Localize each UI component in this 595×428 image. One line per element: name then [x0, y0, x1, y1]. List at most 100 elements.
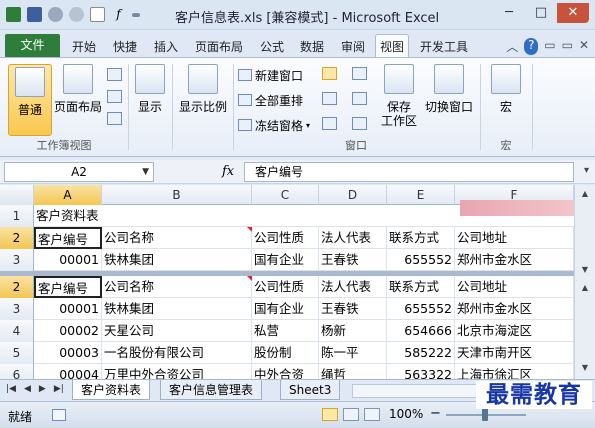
sheet-tab-customer-data[interactable]: 客户资料表: [72, 380, 151, 400]
scroll-up-icon[interactable]: ▲: [578, 187, 592, 201]
freeze-panes-button[interactable]: 冻结窗格 ▾: [238, 116, 310, 134]
zoom-level[interactable]: 100%: [389, 407, 423, 421]
table-cell[interactable]: 公司性质: [252, 276, 319, 298]
table-cell[interactable]: 王春铁: [319, 249, 387, 271]
sheet-tab-sheet3[interactable]: Sheet3: [280, 380, 341, 400]
restore-icon[interactable]: ▭: [544, 38, 555, 55]
page-layout-view-icon[interactable]: [343, 408, 359, 421]
tab-file[interactable]: 文件: [5, 34, 60, 57]
table-cell[interactable]: 联系方式: [387, 276, 455, 298]
minimize-button[interactable]: ─: [493, 3, 525, 23]
table-cell[interactable]: 郑州市金水区: [455, 249, 574, 271]
row-header[interactable]: 5: [0, 342, 34, 364]
table-cell[interactable]: 私营: [252, 320, 319, 342]
row-header[interactable]: 4: [0, 320, 34, 342]
table-cell[interactable]: 法人代表: [319, 276, 387, 298]
view-side-by-side-icon[interactable]: [352, 67, 367, 80]
tab-developer[interactable]: 开发工具: [420, 38, 468, 55]
split-icon[interactable]: [322, 67, 337, 80]
table-cell[interactable]: 655552: [387, 298, 455, 320]
function-icon[interactable]: f: [111, 7, 126, 22]
close-button[interactable]: ✕: [557, 3, 589, 23]
table-cell[interactable]: 天津市南开区: [455, 342, 574, 364]
table-cell[interactable]: 公司地址: [455, 227, 574, 249]
macro-record-icon[interactable]: [52, 409, 66, 421]
column-header-b[interactable]: B: [102, 185, 252, 205]
table-cell[interactable]: 公司名称: [102, 227, 252, 249]
table-cell[interactable]: 563322: [387, 364, 455, 379]
row-header[interactable]: 1: [0, 205, 34, 227]
tab-page-layout[interactable]: 页面布局: [195, 38, 243, 55]
table-cell[interactable]: 00002: [34, 320, 102, 342]
scroll-up-icon[interactable]: ▲: [578, 281, 592, 295]
table-cell[interactable]: 中外合资: [252, 364, 319, 379]
table-cell[interactable]: 公司性质: [252, 227, 319, 249]
table-cell[interactable]: 654666: [387, 320, 455, 342]
formula-input[interactable]: 客户编号: [244, 162, 574, 182]
vertical-scrollbar[interactable]: ▲ ▼ ▲ ▼: [574, 185, 595, 379]
name-box[interactable]: A2 ▼: [4, 162, 154, 182]
zoom-button[interactable]: 显示比例: [176, 64, 230, 114]
table-cell[interactable]: 联系方式: [387, 227, 455, 249]
synchronous-scrolling-icon[interactable]: [352, 92, 367, 105]
page-break-view-icon[interactable]: [364, 408, 380, 421]
scroll-down-icon[interactable]: ▼: [578, 361, 592, 375]
column-header-e[interactable]: E: [387, 185, 455, 205]
macros-button[interactable]: 宏: [484, 64, 528, 114]
table-cell[interactable]: 绳哲: [319, 364, 387, 379]
table-cell[interactable]: 铁林集团: [102, 249, 252, 271]
insert-function-icon[interactable]: fx: [222, 164, 234, 179]
close-workbook-icon[interactable]: ✕: [579, 38, 589, 55]
new-icon[interactable]: [90, 7, 105, 22]
save-workspace-button[interactable]: 保存 工作区: [376, 64, 422, 128]
full-screen-icon[interactable]: [107, 112, 122, 125]
new-window-button[interactable]: 新建窗口: [238, 66, 303, 84]
table-cell[interactable]: 法人代表: [319, 227, 387, 249]
column-header-c[interactable]: C: [252, 185, 319, 205]
row-header[interactable]: 3: [0, 249, 34, 271]
zoom-slider-handle[interactable]: [482, 408, 488, 421]
table-cell[interactable]: 万里中外合资公司: [102, 364, 252, 379]
row-header[interactable]: 2: [0, 227, 34, 249]
row-header[interactable]: 2: [0, 276, 34, 298]
customize-icon[interactable]: [132, 13, 140, 17]
first-sheet-icon[interactable]: |◀: [6, 384, 16, 394]
prev-sheet-icon[interactable]: ◀: [24, 384, 31, 394]
select-all-corner[interactable]: [0, 185, 34, 205]
tab-quick[interactable]: 快捷: [113, 38, 137, 55]
unhide-icon[interactable]: [322, 117, 337, 130]
table-cell[interactable]: 股份制: [252, 342, 319, 364]
row-header[interactable]: 6: [0, 364, 34, 379]
show-button[interactable]: 显示: [130, 64, 170, 114]
page-break-preview-icon[interactable]: [107, 68, 122, 81]
tab-data[interactable]: 数据: [300, 38, 324, 55]
undo-icon[interactable]: [48, 7, 63, 22]
normal-view-icon[interactable]: [322, 408, 338, 421]
arrange-all-button[interactable]: 全部重排: [238, 91, 303, 109]
table-cell[interactable]: 585222: [387, 342, 455, 364]
row-header[interactable]: 3: [0, 298, 34, 320]
table-cell[interactable]: 杨新: [319, 320, 387, 342]
table-cell[interactable]: 公司地址: [455, 276, 574, 298]
help-icon[interactable]: ?: [524, 38, 539, 55]
table-cell[interactable]: 655552: [387, 249, 455, 271]
maximize-button[interactable]: □: [525, 3, 557, 23]
page-layout-view-button[interactable]: 页面布局: [52, 64, 104, 114]
column-header-d[interactable]: D: [319, 185, 387, 205]
last-sheet-icon[interactable]: ▶|: [54, 384, 64, 394]
excel-icon[interactable]: [6, 7, 21, 22]
sheet-title-cell[interactable]: 客户资料表: [34, 205, 234, 227]
next-sheet-icon[interactable]: ▶: [39, 384, 46, 394]
minimize-ribbon-icon[interactable]: ︿: [506, 38, 518, 55]
tab-home[interactable]: 开始: [72, 38, 96, 55]
zoom-out-icon[interactable]: −: [430, 406, 441, 421]
tab-formulas[interactable]: 公式: [260, 38, 284, 55]
custom-views-icon[interactable]: [107, 90, 122, 103]
table-cell[interactable]: 王春铁: [319, 298, 387, 320]
reset-window-position-icon[interactable]: [352, 117, 367, 130]
column-header-a[interactable]: A: [34, 185, 102, 205]
sheet-tab-customer-management[interactable]: 客户信息管理表: [160, 380, 263, 400]
table-cell[interactable]: 00001: [34, 298, 102, 320]
table-cell[interactable]: 国有企业: [252, 298, 319, 320]
table-cell[interactable]: 北京市海淀区: [455, 320, 574, 342]
